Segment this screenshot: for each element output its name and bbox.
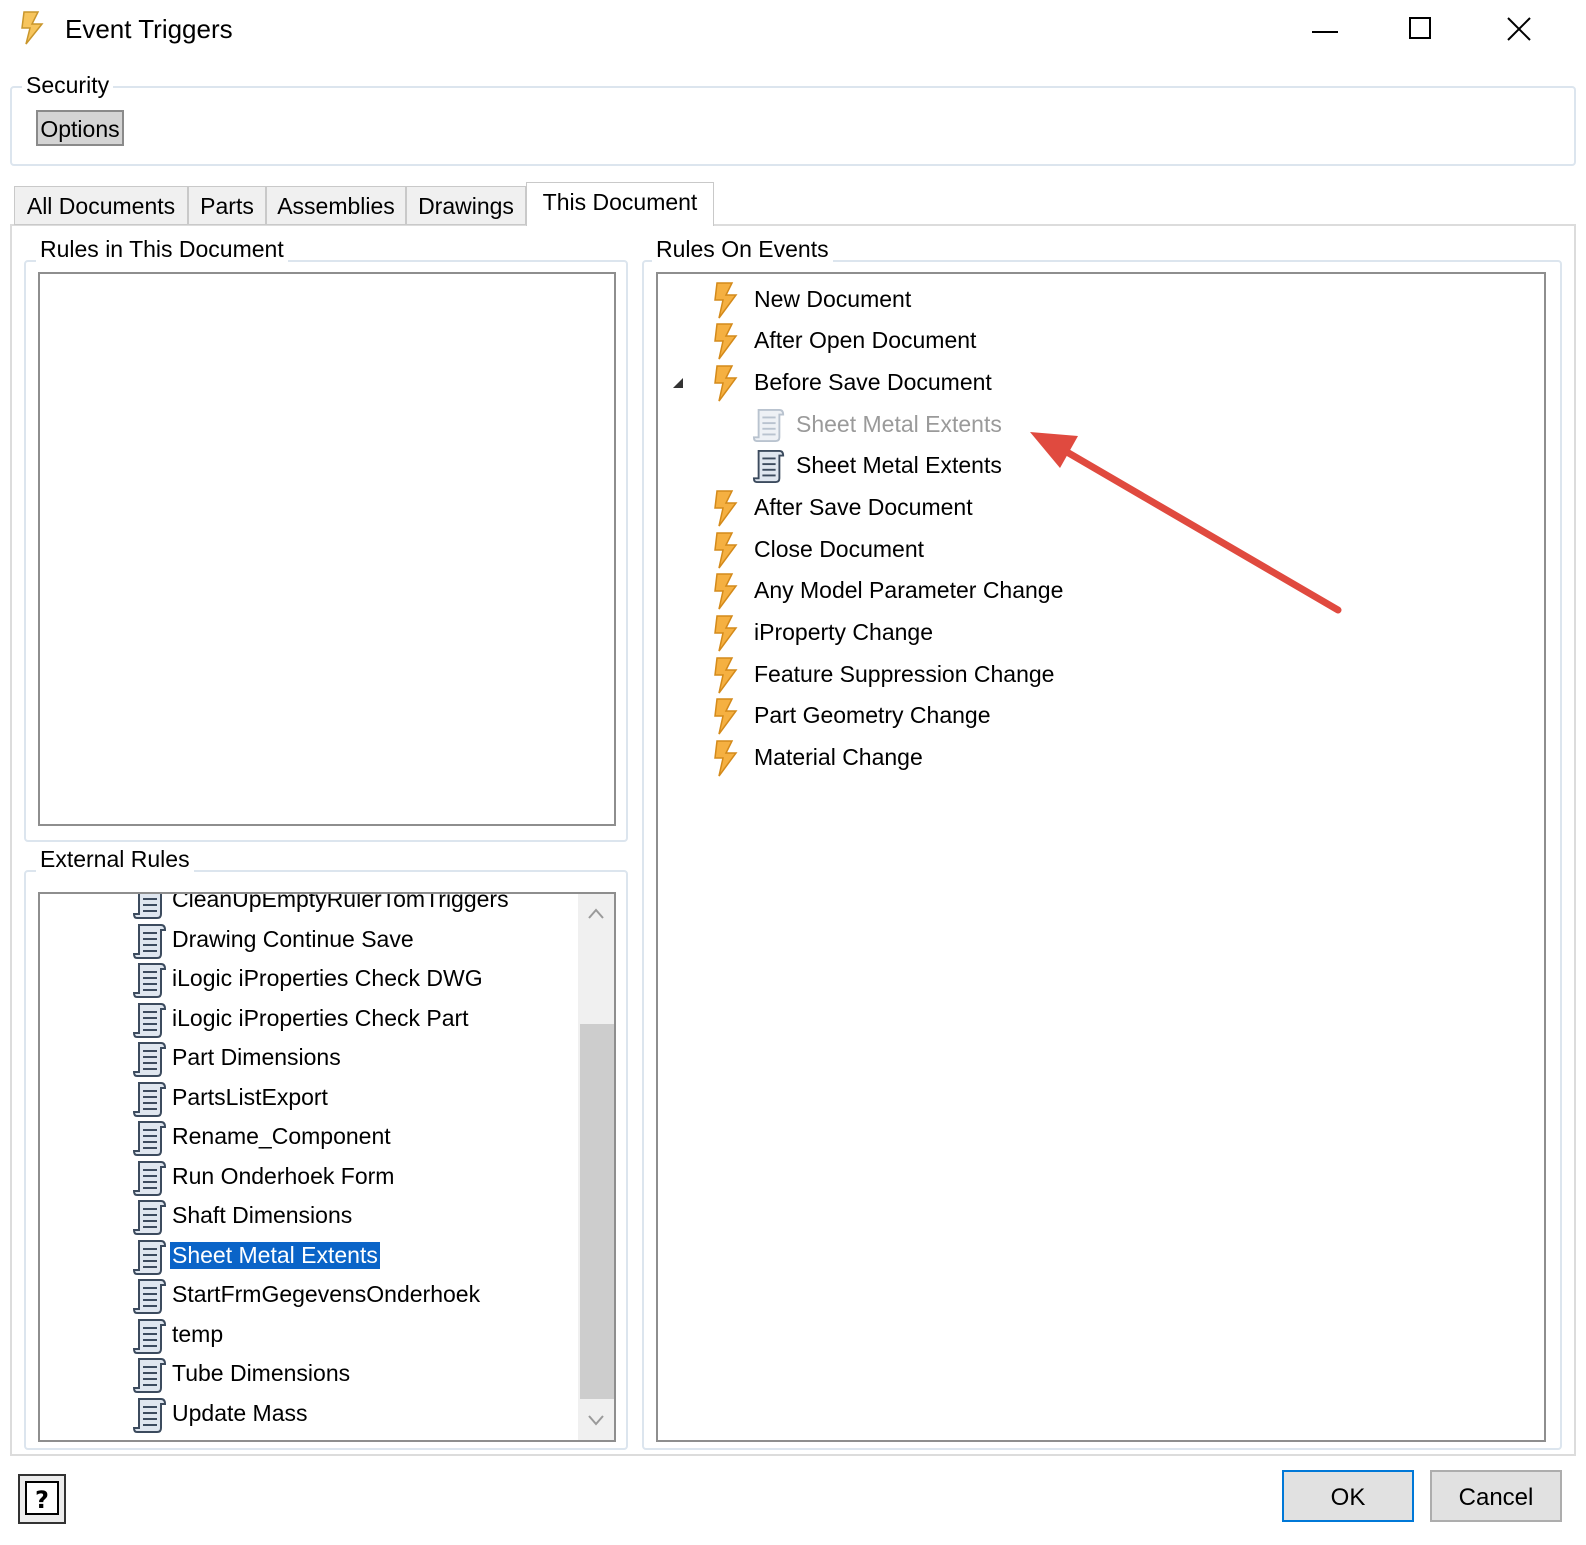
help-icon: ? — [25, 1481, 59, 1515]
event-item[interactable]: After Open Document — [658, 321, 1518, 361]
external-rule-label: StartFrmGegevensOnderhoek — [172, 1281, 481, 1307]
event-label: Any Model Parameter Change — [754, 577, 1064, 603]
event-label: Before Save Document — [754, 369, 992, 395]
lightning-icon — [714, 532, 738, 569]
window-title: Event Triggers — [65, 14, 233, 44]
svg-text:?: ? — [35, 1486, 49, 1514]
help-button[interactable]: ? — [18, 1474, 66, 1524]
lightning-icon — [714, 490, 738, 527]
event-label: Close Document — [754, 536, 925, 562]
event-label: Material Change — [754, 744, 923, 770]
lightning-icon — [714, 323, 738, 360]
external-rule-label: iLogic iProperties Check Part — [172, 1004, 469, 1031]
external-rule-label: Run Onderhoek Form — [172, 1162, 395, 1189]
external-rule-label: Drawing Continue Save — [172, 925, 414, 952]
rule-scroll-icon — [132, 1042, 167, 1077]
lightning-icon — [714, 698, 738, 735]
lightning-icon — [714, 282, 738, 319]
scroll-up-icon[interactable] — [578, 896, 614, 932]
external-rule-label: Part Dimensions — [172, 1044, 341, 1070]
event-item[interactable]: Any Model Parameter Change — [658, 571, 1518, 611]
rule-scroll-icon — [132, 1081, 167, 1117]
event-rule-label: Sheet Metal Extents — [796, 452, 1002, 478]
event-item[interactable]: Material Change — [658, 738, 1518, 778]
lightning-icon — [21, 11, 44, 45]
rule-scroll-icon — [132, 1002, 167, 1038]
security-label: Security — [22, 72, 114, 99]
scroll-down-icon[interactable] — [578, 1402, 614, 1438]
event-item[interactable]: Close Document — [658, 530, 1518, 570]
rule-scroll-icon — [132, 1121, 167, 1156]
external-rule-label: Tube Dimensions — [172, 1360, 351, 1386]
tab-all-documents[interactable]: All Documents — [14, 186, 188, 225]
options-button[interactable]: Options — [36, 110, 124, 146]
rules-in-document-label: Rules in This Document — [36, 236, 288, 263]
rule-scroll-icon — [752, 449, 785, 483]
event-label: After Save Document — [754, 494, 973, 520]
rules-in-document-list[interactable] — [38, 272, 616, 826]
lightning-icon — [714, 365, 738, 402]
expand-arrow-icon[interactable] — [670, 375, 686, 391]
ok-button[interactable]: OK — [1282, 1470, 1414, 1522]
external-rule-label: CleanUpEmptyRulerTomTriggers — [172, 892, 509, 912]
close-icon[interactable] — [1506, 8, 1566, 52]
tab-parts[interactable]: Parts — [188, 186, 266, 225]
rule-scroll-icon — [132, 963, 167, 998]
event-item[interactable]: New Document — [658, 280, 1518, 320]
lightning-icon — [714, 740, 738, 777]
external-rule-label: Shaft Dimensions — [172, 1202, 353, 1228]
external-rule-label: iLogic iProperties Check DWG — [172, 965, 483, 991]
scroll-thumb[interactable] — [580, 1024, 614, 1399]
lightning-icon — [714, 657, 738, 694]
external-rule-label: Sheet Metal Extents — [170, 1241, 380, 1269]
external-rule-label: PartsListExport — [172, 1083, 328, 1110]
event-item[interactable]: After Save Document — [658, 488, 1518, 528]
event-item[interactable]: Feature Suppression Change — [658, 655, 1518, 695]
tab-assemblies[interactable]: Assemblies — [266, 186, 406, 225]
maximize-icon[interactable] — [1408, 8, 1468, 52]
security-group — [10, 86, 1576, 166]
rule-scroll-icon — [132, 1318, 167, 1354]
event-rule-item[interactable]: Sheet Metal Extents — [658, 405, 1518, 445]
event-label: After Open Document — [754, 327, 977, 353]
rule-scroll-icon — [132, 923, 167, 959]
rule-scroll-icon — [132, 1239, 167, 1275]
external-rules-list[interactable]: CleanUpEmptyRulerTomTriggers Drawing Cont… — [38, 892, 616, 1442]
rule-scroll-icon — [132, 1279, 167, 1314]
external-rules-label: External Rules — [36, 846, 194, 873]
event-item[interactable]: Before Save Document — [658, 363, 1518, 403]
event-rule-item[interactable]: Sheet Metal Extents — [658, 446, 1518, 486]
event-item[interactable]: Part Geometry Change — [658, 696, 1518, 736]
event-item[interactable]: iProperty Change — [658, 613, 1518, 653]
external-rule-label: Update Mass — [172, 1399, 308, 1426]
scrollbar[interactable] — [578, 894, 614, 1440]
rule-scroll-icon — [132, 1358, 167, 1393]
external-rule-label: temp — [172, 1320, 224, 1347]
cancel-button[interactable]: Cancel — [1430, 1470, 1562, 1522]
lightning-icon — [714, 573, 738, 610]
rule-scroll-icon — [132, 1200, 167, 1235]
title-bar: Event Triggers — [0, 0, 1586, 62]
event-label: Feature Suppression Change — [754, 661, 1055, 687]
event-label: Part Geometry Change — [754, 702, 991, 728]
rules-on-events-tree[interactable]: New Document After Open Document Before Sa… — [656, 272, 1546, 1442]
rule-scroll-icon — [752, 408, 785, 442]
lightning-icon — [714, 615, 738, 652]
tab-drawings[interactable]: Drawings — [406, 186, 526, 225]
event-label: iProperty Change — [754, 619, 933, 645]
rule-scroll-icon — [132, 1397, 167, 1433]
rule-scroll-icon — [132, 894, 162, 919]
rule-scroll-icon — [132, 1160, 167, 1196]
rules-on-events-label: Rules On Events — [652, 236, 833, 263]
tab-this-document[interactable]: This Document — [526, 182, 714, 226]
external-rule-label: Rename_Component — [172, 1123, 391, 1149]
event-rule-label: Sheet Metal Extents — [796, 411, 1002, 437]
minimize-icon[interactable] — [1306, 8, 1366, 52]
event-label: New Document — [754, 286, 912, 312]
